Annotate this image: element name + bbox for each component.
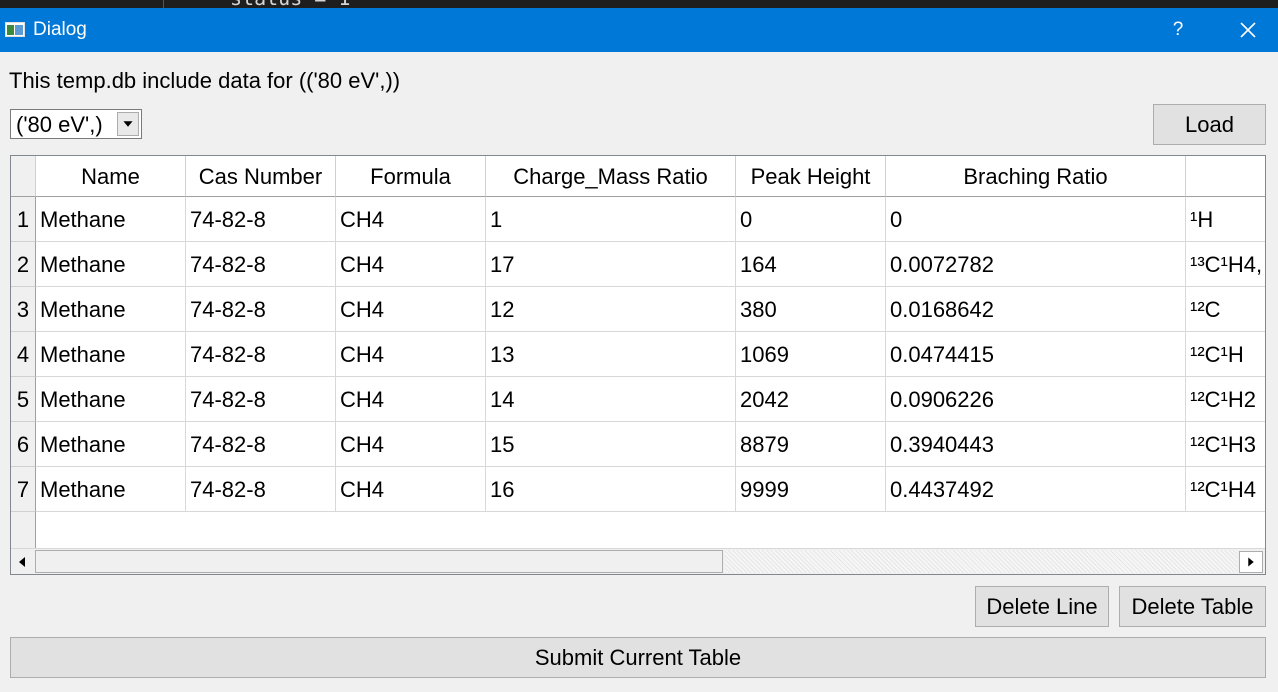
table-cell[interactable]: 0.0906226 [886, 377, 1186, 422]
dialog-titlebar[interactable]: Dialog ? [0, 8, 1278, 52]
table-cell[interactable]: 0.0168642 [886, 287, 1186, 332]
table-cell[interactable]: 1 [486, 197, 736, 242]
table-cell[interactable]: 9999 [736, 467, 886, 512]
table-cell[interactable]: 16 [486, 467, 736, 512]
table-cell[interactable]: 0 [736, 197, 886, 242]
table-cell[interactable]: CH4 [336, 242, 486, 287]
table-cell[interactable]: ¹H [1186, 197, 1265, 242]
table-cell[interactable]: 74-82-8 [186, 422, 336, 467]
table-cell[interactable]: CH4 [336, 377, 486, 422]
row-header[interactable]: 1 [11, 197, 36, 242]
table-cell[interactable]: 74-82-8 [186, 287, 336, 332]
table-cell[interactable]: 74-82-8 [186, 332, 336, 377]
dropdown-arrow-icon[interactable] [117, 112, 139, 136]
column-header-formula[interactable]: Formula [336, 156, 486, 197]
dialog-title: Dialog [33, 19, 87, 40]
table-cell[interactable]: 0.4437492 [886, 467, 1186, 512]
row-header[interactable]: 5 [11, 377, 36, 422]
table-cell[interactable]: ¹²C¹H2 [1186, 377, 1265, 422]
window-icon [5, 22, 25, 37]
table-cell[interactable]: 380 [736, 287, 886, 332]
load-button[interactable]: Load [1153, 104, 1266, 145]
table-cell[interactable]: 74-82-8 [186, 377, 336, 422]
table-cell[interactable]: 74-82-8 [186, 242, 336, 287]
table-cell[interactable]: 0.0474415 [886, 332, 1186, 377]
column-header-name[interactable]: Name [36, 156, 186, 197]
data-table[interactable]: Name Cas Number Formula Charge_Mass Rati… [10, 155, 1266, 575]
table-cell[interactable]: CH4 [336, 332, 486, 377]
table-cell[interactable]: 8879 [736, 422, 886, 467]
scrollbar-thumb[interactable] [35, 550, 723, 573]
column-header-peak-height[interactable]: Peak Height [736, 156, 886, 197]
table-cell[interactable]: 164 [736, 242, 886, 287]
editor-divider [163, 0, 164, 8]
column-header-braching-ratio[interactable]: Braching Ratio [886, 156, 1186, 197]
info-label: This temp.db include data for (('80 eV',… [9, 68, 401, 93]
row-header[interactable]: 4 [11, 332, 36, 377]
table-cell[interactable]: Methane [36, 377, 186, 422]
background-editor-strip: status = 1 [0, 0, 1278, 8]
row-header[interactable]: 6 [11, 422, 36, 467]
scroll-left-icon[interactable] [12, 551, 34, 573]
editor-code-fragment: status = 1 [230, 0, 350, 8]
scroll-right-icon[interactable] [1239, 551, 1263, 573]
table-cell[interactable]: ¹²C [1186, 287, 1265, 332]
table-cell[interactable]: 74-82-8 [186, 197, 336, 242]
table-cell[interactable]: 0.0072782 [886, 242, 1186, 287]
table-cell[interactable]: 74-82-8 [186, 467, 336, 512]
table-cell[interactable]: Methane [36, 242, 186, 287]
table-cell[interactable]: Methane [36, 422, 186, 467]
table-cell[interactable]: Methane [36, 332, 186, 377]
table-cell[interactable]: 2042 [736, 377, 886, 422]
table-cell[interactable]: 17 [486, 242, 736, 287]
delete-line-button[interactable]: Delete Line [975, 586, 1109, 627]
table-cell[interactable]: CH4 [336, 422, 486, 467]
table-cell[interactable]: CH4 [336, 467, 486, 512]
energy-combobox[interactable]: ('80 eV',) [10, 109, 142, 139]
table-cell[interactable]: CH4 [336, 287, 486, 332]
table-cell[interactable]: 15 [486, 422, 736, 467]
horizontal-scrollbar[interactable] [11, 548, 1265, 574]
table-cell[interactable]: ¹²C¹H4 [1186, 467, 1265, 512]
help-button[interactable]: ? [1160, 12, 1196, 48]
table-cell[interactable]: ¹³C¹H4, [1186, 242, 1265, 287]
table-cell[interactable]: Methane [36, 197, 186, 242]
table-cell[interactable]: 12 [486, 287, 736, 332]
row-header[interactable]: 7 [11, 467, 36, 512]
table-cell[interactable]: ¹²C¹H [1186, 332, 1265, 377]
row-header-empty-area [11, 512, 36, 548]
close-icon[interactable] [1228, 12, 1268, 48]
table-cell[interactable]: Methane [36, 287, 186, 332]
table-cell[interactable]: CH4 [336, 197, 486, 242]
table-cell[interactable]: 14 [486, 377, 736, 422]
table-cell[interactable]: ¹²C¹H3 [1186, 422, 1265, 467]
table-cell[interactable]: 1069 [736, 332, 886, 377]
combobox-value: ('80 eV',) [16, 112, 103, 137]
table-cell[interactable]: 0.3940443 [886, 422, 1186, 467]
table-cell[interactable]: 0 [886, 197, 1186, 242]
scrollbar-track[interactable] [725, 550, 1237, 573]
row-header[interactable]: 3 [11, 287, 36, 332]
submit-current-table-button[interactable]: Submit Current Table [10, 637, 1266, 678]
delete-table-button[interactable]: Delete Table [1119, 586, 1266, 627]
row-header[interactable]: 2 [11, 242, 36, 287]
column-header-charge-mass-ratio[interactable]: Charge_Mass Ratio [486, 156, 736, 197]
column-header-cas-number[interactable]: Cas Number [186, 156, 336, 197]
table-cell[interactable]: Methane [36, 467, 186, 512]
column-header-extra[interactable] [1186, 156, 1265, 197]
table-corner-button[interactable] [11, 156, 36, 197]
table-cell[interactable]: 13 [486, 332, 736, 377]
